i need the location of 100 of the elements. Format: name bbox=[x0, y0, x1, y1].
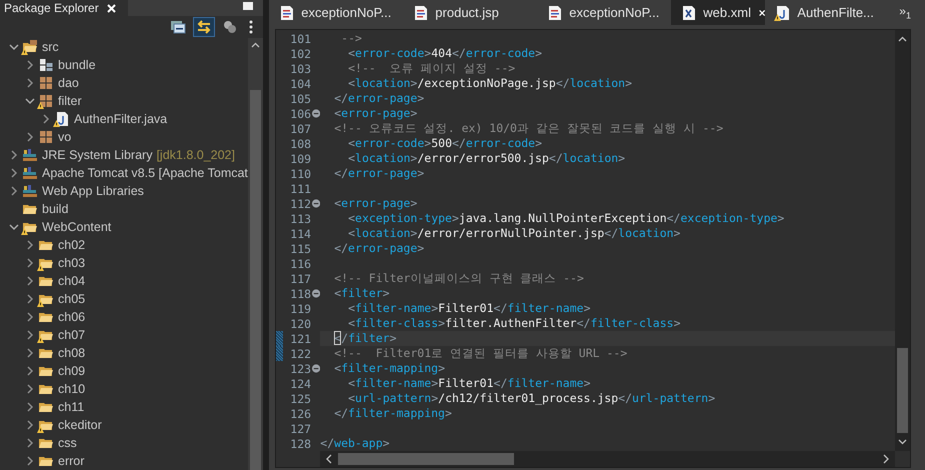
editor-tab[interactable]: web.xml bbox=[671, 0, 766, 25]
scroll-thumb[interactable] bbox=[338, 453, 514, 465]
chevron-icon[interactable] bbox=[25, 294, 35, 304]
tree-item[interactable]: ch05 bbox=[58, 292, 86, 306]
line-number: 107 bbox=[289, 122, 312, 136]
code-line: <location>/error/error500.jsp</location> bbox=[348, 151, 626, 165]
line-number: 105 bbox=[289, 92, 312, 106]
tree-item[interactable]: bundle bbox=[58, 58, 96, 72]
line-number: 124 bbox=[289, 376, 312, 390]
tree-item[interactable]: error bbox=[58, 454, 84, 468]
scroll-thumb[interactable] bbox=[250, 90, 261, 470]
chevron-icon[interactable] bbox=[25, 276, 35, 286]
code-line: <url-pattern>/ch12/filter01_process.jsp</url-pattern> bbox=[348, 391, 716, 405]
close-icon[interactable] bbox=[106, 4, 116, 12]
code-line: <exception-type>java.lang.NullPointerException</exception-type> bbox=[348, 211, 784, 225]
tree-item[interactable]: ch02 bbox=[58, 238, 86, 252]
chevron-icon[interactable] bbox=[9, 168, 19, 178]
tree-item[interactable]: ch10 bbox=[58, 382, 86, 396]
chevron-icon[interactable] bbox=[41, 114, 51, 124]
fold-icon[interactable] bbox=[312, 289, 320, 298]
line-number: 104 bbox=[289, 76, 312, 90]
tree-item-decoration: [jdk1.8.0_202] bbox=[156, 148, 235, 162]
chevron-icon[interactable] bbox=[9, 150, 19, 160]
jsp-file-icon bbox=[279, 4, 296, 20]
tree-item[interactable]: vo bbox=[58, 130, 72, 144]
chevron-icon[interactable] bbox=[9, 42, 19, 52]
chevron-icon[interactable] bbox=[25, 258, 35, 268]
code-line: <!-- Filter01로 연결된 필터를 사용할 URL --> bbox=[334, 346, 628, 360]
tree-item[interactable]: Apache Tomcat v8.5 [Apache Tomcat bbox=[42, 166, 248, 180]
line-number: 108 bbox=[289, 136, 312, 150]
tree-item[interactable]: ch06 bbox=[58, 310, 86, 324]
line-number: 128 bbox=[289, 436, 312, 450]
line-number: 117 bbox=[289, 272, 312, 286]
tab-overflow-button[interactable]: »$_{1}$ bbox=[899, 0, 911, 25]
vertical-scrollbar[interactable] bbox=[248, 38, 263, 470]
code-line: </filter-mapping> bbox=[334, 406, 452, 420]
chevron-icon[interactable] bbox=[25, 78, 35, 88]
line-number: 101 bbox=[289, 32, 312, 46]
fold-icon[interactable] bbox=[312, 109, 320, 118]
xml-file-icon bbox=[681, 4, 698, 20]
tree-item[interactable]: Web App Libraries bbox=[42, 184, 144, 198]
code-line: <filter-class>filter.AuthenFilter</filter-class> bbox=[348, 316, 681, 330]
fold-icon[interactable] bbox=[312, 364, 320, 373]
toolbar-button[interactable] bbox=[192, 17, 215, 37]
tree-item[interactable]: ch04 bbox=[58, 274, 86, 288]
tree-item[interactable]: dao bbox=[58, 76, 79, 90]
code-line: <!-- 오류코드 설정. ex) 10/0과 같은 잘못된 코드를 실행 시 --> bbox=[334, 121, 724, 135]
chevron-icon[interactable] bbox=[25, 312, 35, 322]
chevron-icon[interactable] bbox=[25, 384, 35, 394]
tree-item[interactable]: WebContent bbox=[42, 220, 112, 234]
fold-icon[interactable] bbox=[312, 199, 320, 208]
maximize-icon[interactable] bbox=[242, 2, 253, 10]
line-number: 106 bbox=[289, 106, 312, 120]
tree-item[interactable]: JRE System Library bbox=[42, 148, 152, 162]
chevron-icon[interactable] bbox=[25, 438, 35, 448]
chevron-icon[interactable] bbox=[25, 132, 35, 142]
chevron-icon[interactable] bbox=[25, 366, 35, 376]
chevron-icon[interactable] bbox=[25, 96, 35, 106]
chevron-icon[interactable] bbox=[25, 330, 35, 340]
code-line: <error-page> bbox=[334, 196, 418, 210]
line-number: 118 bbox=[289, 286, 312, 300]
code-line: <filter-name>Filter01</filter-name> bbox=[348, 301, 590, 315]
tree-item[interactable]: ckeditor bbox=[58, 418, 102, 432]
code-line: </error-page> bbox=[334, 241, 424, 255]
close-icon[interactable] bbox=[758, 8, 766, 18]
tree-item[interactable]: ch11 bbox=[58, 400, 84, 414]
horizontal-scrollbar[interactable] bbox=[320, 451, 895, 467]
collapse-all-icon bbox=[170, 20, 186, 34]
code-line: <error-code>500</error-code> bbox=[348, 136, 542, 150]
scroll-thumb[interactable] bbox=[897, 348, 908, 433]
tree-item[interactable]: AuthenFilter.java bbox=[74, 112, 168, 126]
chevron-icon[interactable] bbox=[25, 402, 35, 412]
tree-item[interactable]: build bbox=[42, 202, 68, 216]
code-line: <error-page> bbox=[334, 106, 418, 120]
code-line: --> bbox=[341, 31, 362, 45]
chevron-icon[interactable] bbox=[25, 348, 35, 358]
tree-item[interactable]: ch03 bbox=[58, 256, 86, 270]
code-line: <location>/error/errorNullPointer.jsp</location> bbox=[348, 226, 680, 240]
line-number: 112 bbox=[289, 196, 312, 210]
tree-item[interactable]: filter bbox=[58, 94, 82, 108]
chevron-icon[interactable] bbox=[25, 420, 35, 430]
tree-item[interactable]: css bbox=[58, 436, 77, 450]
vertical-scrollbar[interactable] bbox=[895, 30, 910, 451]
line-number: 120 bbox=[289, 316, 312, 330]
tree-item[interactable]: ch09 bbox=[58, 364, 86, 378]
line-number: 126 bbox=[289, 406, 312, 420]
chevron-icon[interactable] bbox=[9, 222, 19, 232]
code-line: <location>/exceptionNoPage.jsp</location> bbox=[348, 76, 632, 90]
tree-item[interactable]: src bbox=[42, 40, 59, 54]
code-line: </error-page> bbox=[334, 166, 424, 180]
chevron-icon[interactable] bbox=[25, 456, 35, 466]
tree-item[interactable]: ch07 bbox=[58, 328, 86, 342]
chevron-icon[interactable] bbox=[9, 186, 19, 196]
view-title[interactable]: Package Explorer bbox=[4, 1, 99, 15]
chevron-icon[interactable] bbox=[25, 240, 35, 250]
chevron-icon[interactable] bbox=[25, 60, 35, 70]
line-number: 114 bbox=[289, 226, 312, 240]
line-number: 125 bbox=[289, 392, 312, 406]
tree-item[interactable]: ch08 bbox=[58, 346, 86, 360]
line-number: 119 bbox=[289, 302, 312, 316]
